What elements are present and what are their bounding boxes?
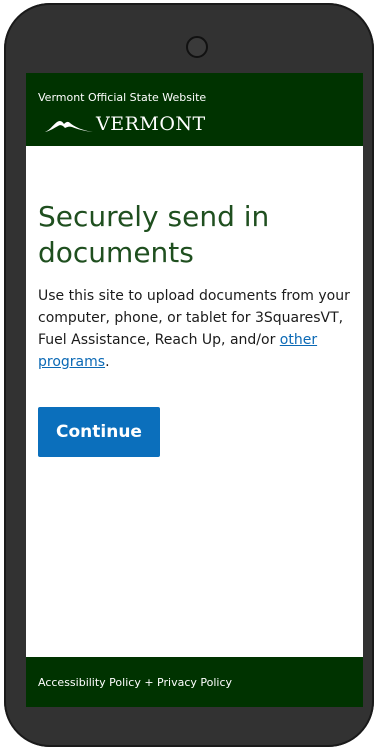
- phone-screen: Vermont Official State Website VERMONT S…: [26, 73, 363, 707]
- accessibility-policy-link[interactable]: Accessibility Policy: [38, 676, 141, 689]
- footer-separator: +: [144, 676, 154, 689]
- mountain-icon: [45, 120, 93, 132]
- vermont-logo[interactable]: VERMONT: [44, 111, 206, 135]
- main-content: Securely send in documents Use this site…: [38, 199, 354, 373]
- site-header: Vermont Official State Website VERMONT: [26, 73, 363, 146]
- camera-icon: [186, 36, 208, 58]
- page-title: Securely send in documents: [38, 200, 270, 269]
- page-description: Use this site to upload documents from y…: [38, 285, 354, 373]
- logo-text: VERMONT: [96, 113, 206, 135]
- description-end: .: [105, 354, 110, 370]
- site-footer: Accessibility Policy + Privacy Policy: [26, 657, 363, 707]
- continue-button[interactable]: Continue: [38, 407, 160, 457]
- footer-links: Accessibility Policy + Privacy Policy: [38, 676, 232, 689]
- header-tagline: Vermont Official State Website: [38, 91, 207, 104]
- privacy-policy-link[interactable]: Privacy Policy: [157, 676, 232, 689]
